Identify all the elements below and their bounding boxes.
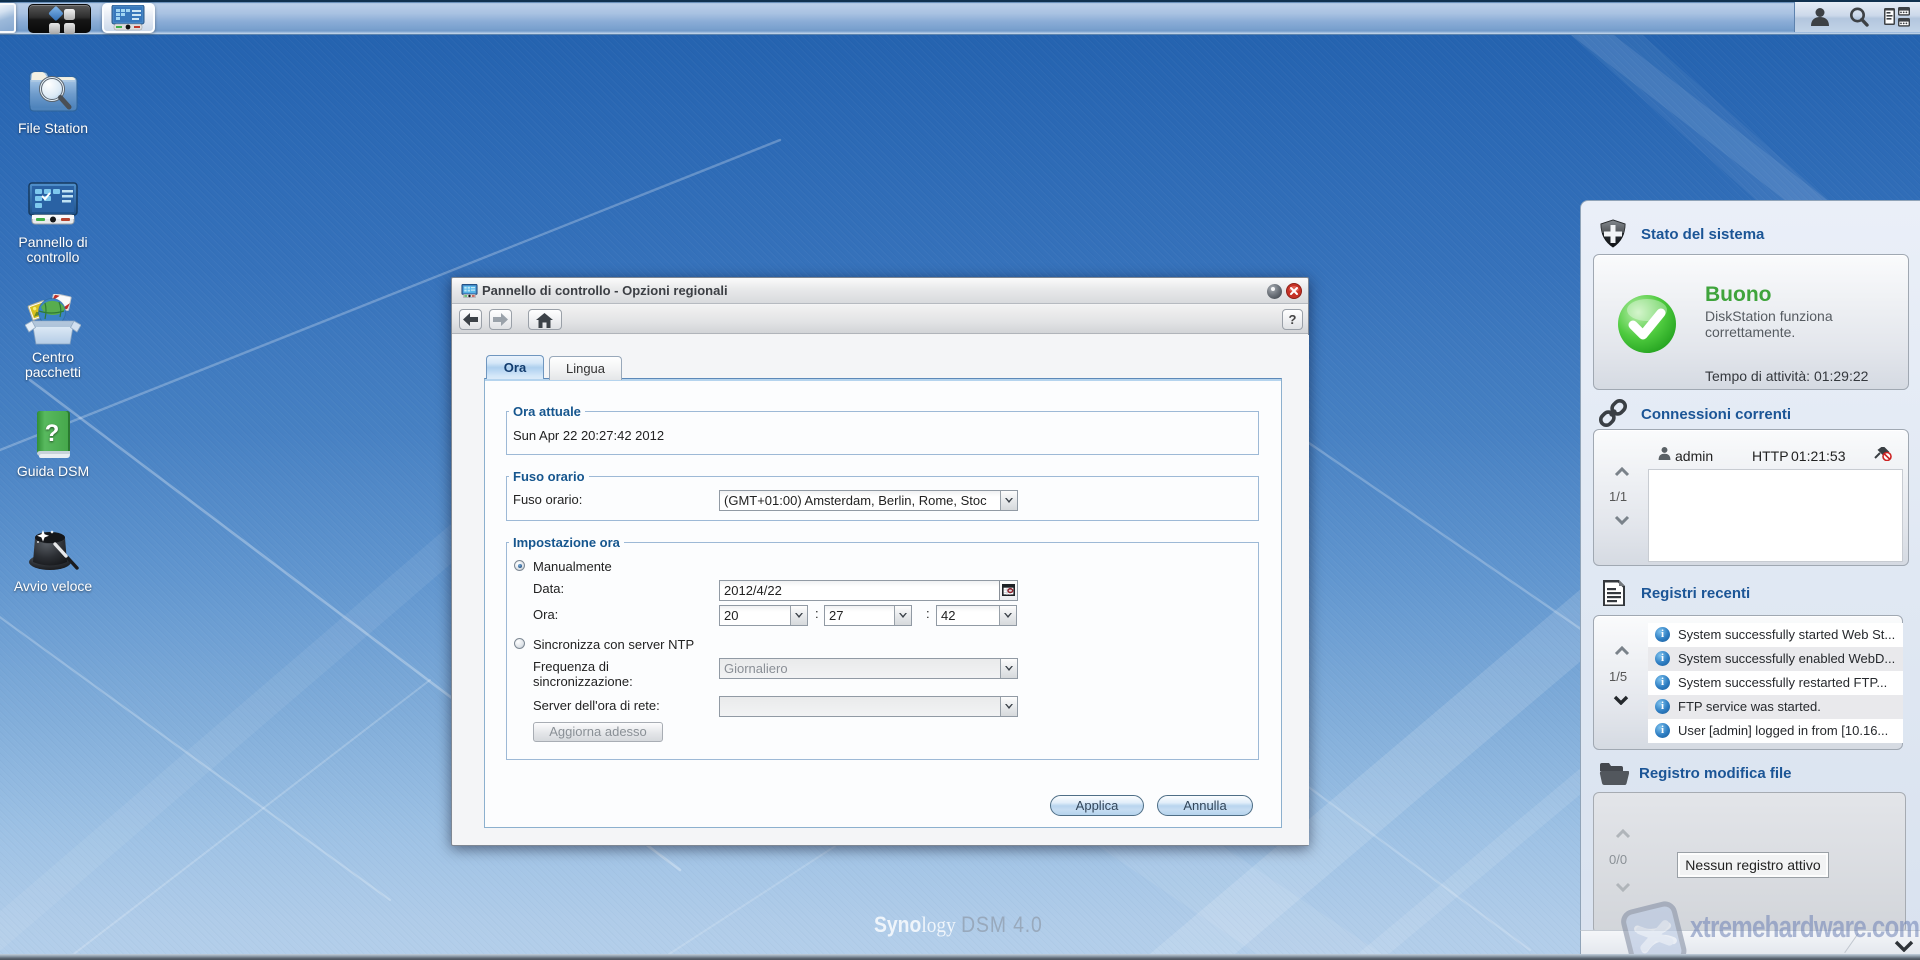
svg-text:?: ? xyxy=(45,420,60,447)
